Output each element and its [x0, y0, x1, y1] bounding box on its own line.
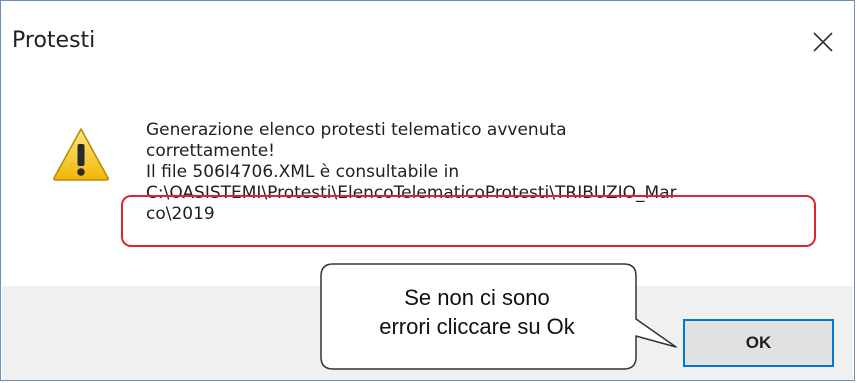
path-highlight-box: [121, 195, 816, 247]
dialog-content: Generazione elenco protesti telematico a…: [2, 83, 853, 286]
warning-icon: [53, 128, 109, 181]
ok-button[interactable]: OK: [683, 319, 834, 367]
title-bar: Protesti: [2, 2, 853, 82]
message-line: correttamente!: [146, 141, 275, 161]
message-line: Il file 506I4706.XML è consultabile in: [146, 162, 460, 182]
callout-text: Se non ci sono errori cliccare su Ok: [322, 283, 632, 341]
callout-line: Se non ci sono: [404, 285, 550, 310]
close-button[interactable]: [793, 8, 853, 76]
window-title: Protesti: [12, 28, 96, 53]
callout-line: errori cliccare su Ok: [379, 314, 575, 339]
close-icon: [813, 32, 833, 52]
message-line: Generazione elenco protesti telematico a…: [146, 120, 567, 140]
